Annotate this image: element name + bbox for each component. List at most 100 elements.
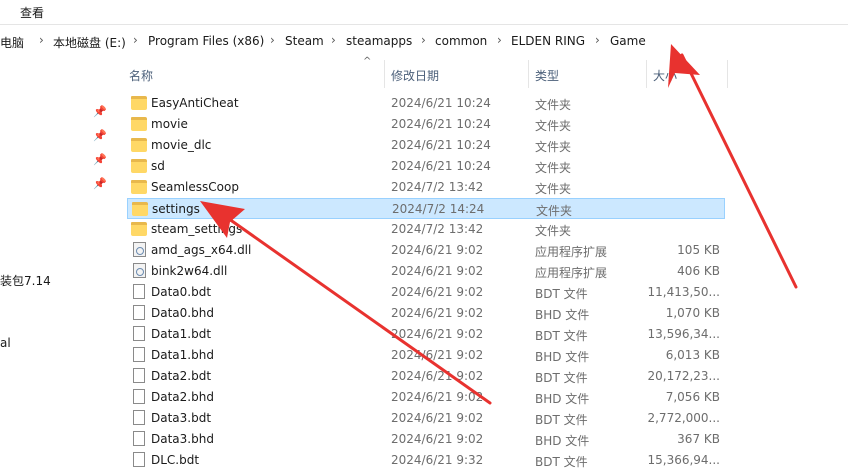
file-row[interactable]: amd_ags_x64.dll 2024/6/21 9:02 应用程序扩展 105 K…	[127, 240, 725, 261]
breadcrumb-item-common[interactable]: common	[435, 34, 487, 48]
file-row[interactable]: Data0.bdt 2024/6/21 9:02 BDT 文件 11,413,50..…	[127, 282, 725, 303]
column-divider[interactable]	[528, 60, 529, 88]
file-size: 20,172,23...	[647, 369, 720, 383]
pin-icon[interactable]: 📌	[93, 177, 107, 191]
file-row[interactable]: bink2w64.dll 2024/6/21 9:02 应用程序扩展 406 KB	[127, 261, 725, 282]
file-icon	[133, 410, 145, 425]
column-header-size[interactable]: 大小	[653, 67, 677, 84]
chevron-right-icon[interactable]: ›	[331, 33, 336, 47]
ribbon-divider	[0, 24, 848, 25]
breadcrumb-item-steam[interactable]: Steam	[285, 34, 324, 48]
file-name: DLC.bdt	[151, 453, 200, 467]
column-divider[interactable]	[646, 60, 647, 88]
file-type: 文件夹	[535, 119, 572, 133]
file-type: 文件夹	[535, 182, 572, 196]
chevron-right-icon[interactable]: ›	[270, 33, 275, 47]
file-icon	[133, 452, 145, 467]
file-type: 文件夹	[536, 204, 573, 218]
file-size: 2,772,000...	[647, 411, 720, 425]
file-row[interactable]: Data2.bdt 2024/6/21 9:02 BDT 文件 20,172,23..…	[127, 366, 725, 387]
file-date: 2024/6/21 9:32	[391, 453, 484, 467]
chevron-right-icon[interactable]: ›	[39, 33, 44, 47]
breadcrumb-item-drive[interactable]: 本地磁盘 (E:)	[53, 34, 126, 51]
file-row[interactable]: Data3.bdt 2024/6/21 9:02 BDT 文件 2,772,000..…	[127, 408, 725, 429]
file-name: movie_dlc	[151, 138, 212, 152]
file-date: 2024/6/21 9:02	[391, 390, 484, 404]
file-name: Data0.bdt	[151, 285, 212, 299]
breadcrumb-item-program-files[interactable]: Program Files (x86)	[148, 34, 264, 48]
folder-icon	[131, 96, 147, 110]
file-row[interactable]: sd 2024/6/21 10:24 文件夹	[127, 156, 725, 177]
file-type: 文件夹	[535, 98, 572, 112]
file-date: 2024/6/21 10:24	[391, 117, 491, 131]
file-size: 105 KB	[677, 243, 720, 257]
file-name: settings	[152, 202, 200, 216]
file-icon	[133, 368, 145, 383]
file-row[interactable]: DLC.bdt 2024/6/21 9:32 BDT 文件 15,366,94...	[127, 450, 725, 471]
file-name: SeamlessCoop	[151, 180, 239, 194]
folder-icon	[131, 180, 147, 194]
file-date: 2024/7/2 14:24	[392, 202, 485, 216]
column-divider[interactable]	[384, 60, 385, 88]
dll-icon	[133, 263, 146, 278]
file-row[interactable]: Data2.bhd 2024/6/21 9:02 BHD 文件 7,056 KB	[127, 387, 725, 408]
file-type: BDT 文件	[535, 413, 588, 427]
navigation-pane: 📌 📌 📌 📌 装包7.14 al	[0, 56, 115, 466]
dll-icon	[133, 242, 146, 257]
view-menu[interactable]: 查看	[20, 4, 44, 21]
file-type: 文件夹	[535, 140, 572, 154]
file-row[interactable]: movie 2024/6/21 10:24 文件夹	[127, 114, 725, 135]
chevron-right-icon[interactable]: ›	[133, 33, 138, 47]
pin-icon[interactable]: 📌	[93, 153, 107, 167]
column-header-date[interactable]: 修改日期	[391, 67, 439, 84]
nav-item[interactable]: 装包7.14	[0, 272, 51, 289]
file-row[interactable]: Data0.bhd 2024/6/21 9:02 BHD 文件 1,070 KB	[127, 303, 725, 324]
column-header-type[interactable]: 类型	[535, 67, 559, 84]
file-row[interactable]: Data3.bhd 2024/6/21 9:02 BHD 文件 367 KB	[127, 429, 725, 450]
breadcrumb-item-pc[interactable]: 电脑	[0, 34, 24, 51]
breadcrumb-item-elden-ring[interactable]: ELDEN RING	[511, 34, 585, 48]
file-row[interactable]: movie_dlc 2024/6/21 10:24 文件夹	[127, 135, 725, 156]
chevron-right-icon[interactable]: ›	[421, 33, 426, 47]
file-type: 文件夹	[535, 161, 572, 175]
file-type: BDT 文件	[535, 455, 588, 469]
breadcrumb-item-game[interactable]: Game	[610, 34, 646, 48]
file-type: BDT 文件	[535, 371, 588, 385]
file-date: 2024/7/2 13:42	[391, 180, 484, 194]
file-date: 2024/6/21 10:24	[391, 159, 491, 173]
column-header: ^ 名称 修改日期 类型 大小	[115, 56, 848, 90]
folder-icon	[131, 159, 147, 173]
folder-icon	[132, 202, 148, 216]
file-row[interactable]: Data1.bdt 2024/6/21 9:02 BDT 文件 13,596,34..…	[127, 324, 725, 345]
file-name: Data1.bdt	[151, 327, 212, 341]
column-header-name[interactable]: 名称	[129, 67, 153, 84]
file-size: 406 KB	[677, 264, 720, 278]
file-name: bink2w64.dll	[151, 264, 228, 278]
file-name: Data3.bhd	[151, 432, 214, 446]
file-type: 应用程序扩展	[535, 245, 608, 259]
file-row[interactable]: steam_settings 2024/7/2 13:42 文件夹	[127, 219, 725, 240]
file-name: Data0.bhd	[151, 306, 214, 320]
file-row[interactable]: EasyAntiCheat 2024/6/21 10:24 文件夹	[127, 93, 725, 114]
folder-icon	[131, 117, 147, 131]
pin-icon[interactable]: 📌	[93, 129, 107, 143]
chevron-right-icon[interactable]: ›	[595, 33, 600, 47]
breadcrumb-item-steamapps[interactable]: steamapps	[346, 34, 412, 48]
file-row[interactable]: SeamlessCoop 2024/7/2 13:42 文件夹	[127, 177, 725, 198]
file-row[interactable]: settings 2024/7/2 14:24 文件夹	[127, 198, 725, 219]
column-divider[interactable]	[727, 60, 728, 88]
file-date: 2024/7/2 13:42	[391, 222, 484, 236]
file-type: 文件夹	[535, 224, 572, 238]
chevron-right-icon[interactable]: ›	[497, 33, 502, 47]
folder-icon	[131, 222, 147, 236]
file-name: Data1.bhd	[151, 348, 214, 362]
file-date: 2024/6/21 9:02	[391, 243, 484, 257]
pin-icon[interactable]: 📌	[93, 105, 107, 119]
breadcrumb[interactable]: 电脑 › 本地磁盘 (E:) › Program Files (x86) › S…	[0, 28, 848, 54]
file-size: 1,070 KB	[665, 306, 720, 320]
file-name: amd_ags_x64.dll	[151, 243, 252, 257]
file-name: steam_settings	[151, 222, 243, 236]
file-row[interactable]: Data1.bhd 2024/6/21 9:02 BHD 文件 6,013 KB	[127, 345, 725, 366]
nav-item[interactable]: al	[0, 336, 11, 350]
file-type: BHD 文件	[535, 350, 590, 364]
